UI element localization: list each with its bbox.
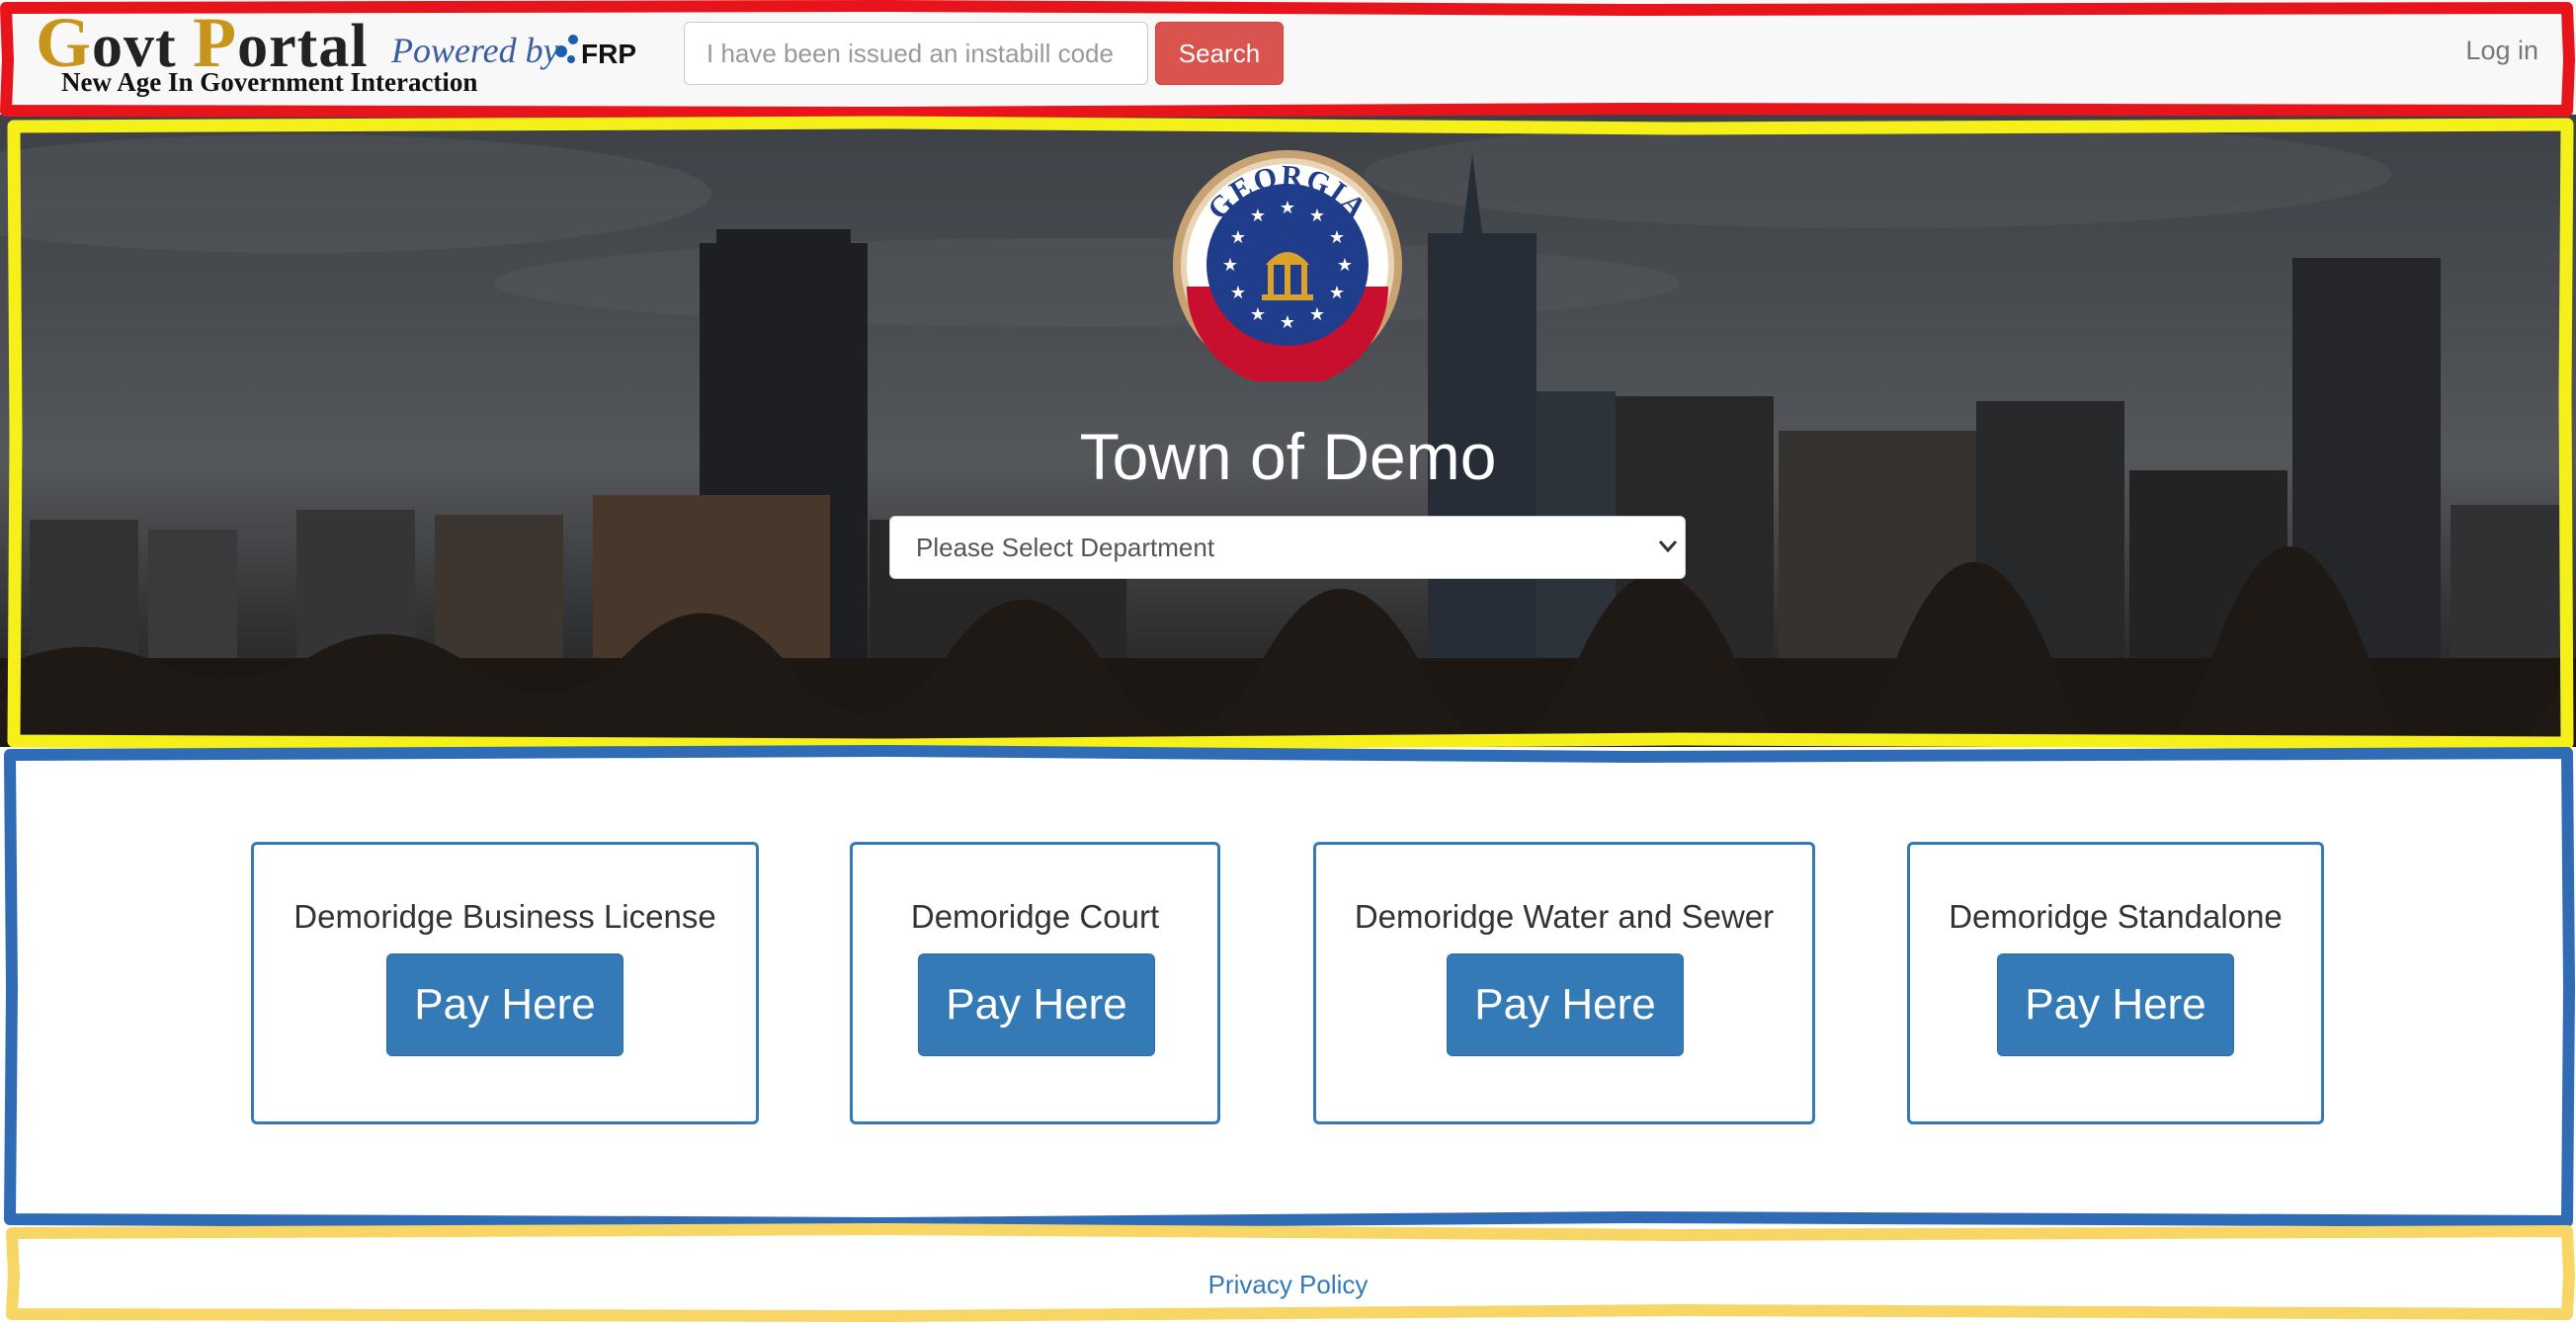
department-card: Demoridge Business License Pay Here <box>251 842 759 1124</box>
svg-text:★: ★ <box>1222 255 1238 276</box>
department-card: Demoridge Standalone Pay Here <box>1907 842 2324 1124</box>
town-name-heading: Town of Demo <box>1079 420 1497 493</box>
frp-brand-logo: FRP <box>555 35 636 69</box>
svg-text:★: ★ <box>1230 283 1246 303</box>
georgia-state-seal: GEORGIA ★ ★★ ★★★ ★★★ ★★★ <box>1173 150 1402 381</box>
card-title: Demoridge Business License <box>293 898 716 935</box>
pay-here-button[interactable]: Pay Here <box>1447 953 1684 1056</box>
card-title: Demoridge Standalone <box>1949 898 2283 935</box>
pay-here-button[interactable]: Pay Here <box>386 953 623 1056</box>
svg-text:★: ★ <box>1280 312 1295 333</box>
card-title: Demoridge Court <box>910 898 1160 935</box>
page-footer: Privacy Policy <box>0 1231 2576 1323</box>
card-title: Demoridge Water and Sewer <box>1354 898 1775 935</box>
privacy-policy-link[interactable]: Privacy Policy <box>0 1270 2576 1300</box>
search-button[interactable]: Search <box>1155 22 1284 85</box>
svg-text:★: ★ <box>1329 283 1345 303</box>
svg-text:★: ★ <box>1250 304 1266 325</box>
pay-here-button[interactable]: Pay Here <box>918 953 1155 1056</box>
department-card: Demoridge Court Pay Here <box>850 842 1220 1124</box>
pay-here-button[interactable]: Pay Here <box>1997 953 2234 1056</box>
svg-text:FRP: FRP <box>581 39 636 69</box>
svg-text:★: ★ <box>1230 227 1246 248</box>
svg-text:★: ★ <box>1309 304 1325 325</box>
svg-text:★: ★ <box>1309 206 1325 226</box>
svg-text:★: ★ <box>1280 198 1295 218</box>
department-select[interactable]: Please Select Department <box>889 516 1686 579</box>
hero-banner: GEORGIA ★ ★ ★ ★ ★ ★ ★ ★ ★ ★ ★ ★ Town of Demo Ple… <box>0 115 2576 747</box>
logo-powered-by: Powered by <box>391 31 559 70</box>
login-link[interactable]: Log in <box>2465 36 2538 66</box>
instabill-search-input[interactable] <box>684 22 1148 85</box>
govt-portal-logo[interactable]: Govt Portal Powered by FRP New Age In Go… <box>30 3 642 105</box>
department-cards-section: Demoridge Business License Pay Here Demo… <box>0 747 2576 1231</box>
svg-text:★: ★ <box>1250 206 1266 226</box>
top-navbar: Govt Portal Powered by FRP New Age In Go… <box>0 0 2576 115</box>
svg-text:★: ★ <box>1329 227 1345 248</box>
svg-text:★: ★ <box>1337 255 1353 276</box>
logo-tagline: New Age In Government Interaction <box>61 67 478 97</box>
department-card: Demoridge Water and Sewer Pay Here <box>1313 842 1815 1124</box>
